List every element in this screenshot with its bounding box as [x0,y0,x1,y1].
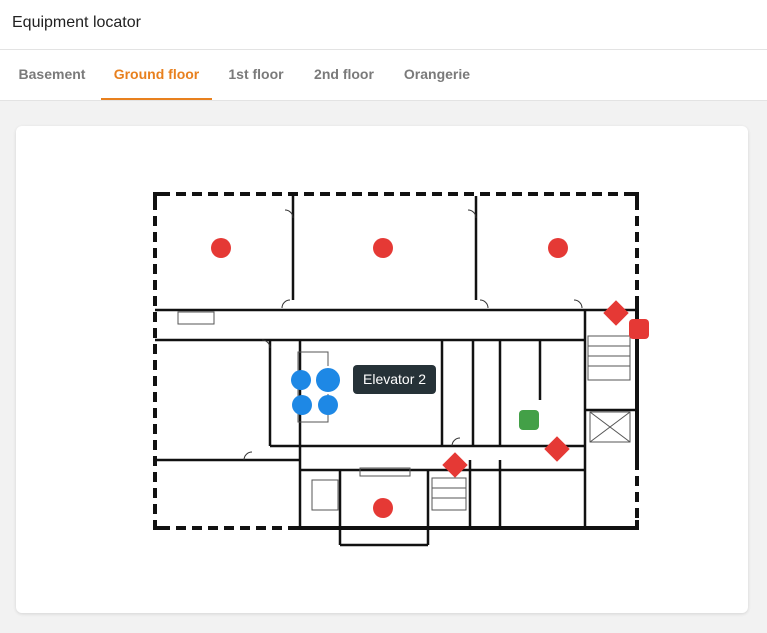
elevator-marker-4[interactable] [318,395,338,415]
elevator-marker-2[interactable] [314,366,342,394]
elevator-marker-1[interactable] [291,370,311,390]
diamond-marker-3[interactable] [442,452,468,478]
diamond-marker-2[interactable] [544,436,570,462]
marker-tooltip: Elevator 2 [353,365,437,394]
room-marker-2[interactable] [373,238,393,258]
room-marker-3[interactable] [548,238,568,258]
room-marker-4[interactable] [373,498,393,518]
room-marker-1[interactable] [211,238,231,258]
diamond-marker-1[interactable] [603,300,629,326]
equipment-marker-green[interactable] [519,410,539,430]
floor-plan[interactable] [0,0,767,633]
square-marker-red[interactable] [629,319,649,339]
elevator-marker-3[interactable] [292,395,312,415]
